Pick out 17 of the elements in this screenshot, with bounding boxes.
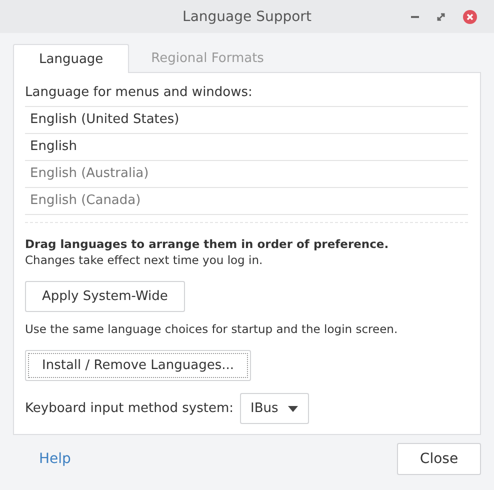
- install-remove-languages-button[interactable]: Install / Remove Languages...: [25, 350, 251, 381]
- hint-text: Changes take effect next time you log in.: [25, 253, 263, 267]
- apply-system-wide-button[interactable]: Apply System-Wide: [25, 281, 185, 312]
- input-method-label: Keyboard input method system:: [25, 401, 234, 416]
- restore-icon[interactable]: [436, 12, 446, 22]
- list-heading: Language for menus and windows:: [25, 85, 252, 100]
- language-list-item[interactable]: English: [25, 134, 468, 161]
- apply-note: Use the same language choices for startup and the login screen.: [25, 322, 398, 336]
- tab[interactable]: Language: [13, 44, 130, 73]
- input-method-dropdown[interactable]: IBus: [240, 393, 310, 424]
- language-list-item[interactable]: English (United States): [25, 107, 468, 134]
- window-title: Language Support: [182, 8, 312, 24]
- caret-icon: [288, 406, 298, 412]
- drag-hint: Drag languages to arrange them in order of preference.: [25, 237, 389, 251]
- help-link[interactable]: Help: [39, 451, 71, 467]
- close-button[interactable]: Close: [397, 443, 481, 475]
- close-icon[interactable]: [462, 9, 478, 25]
